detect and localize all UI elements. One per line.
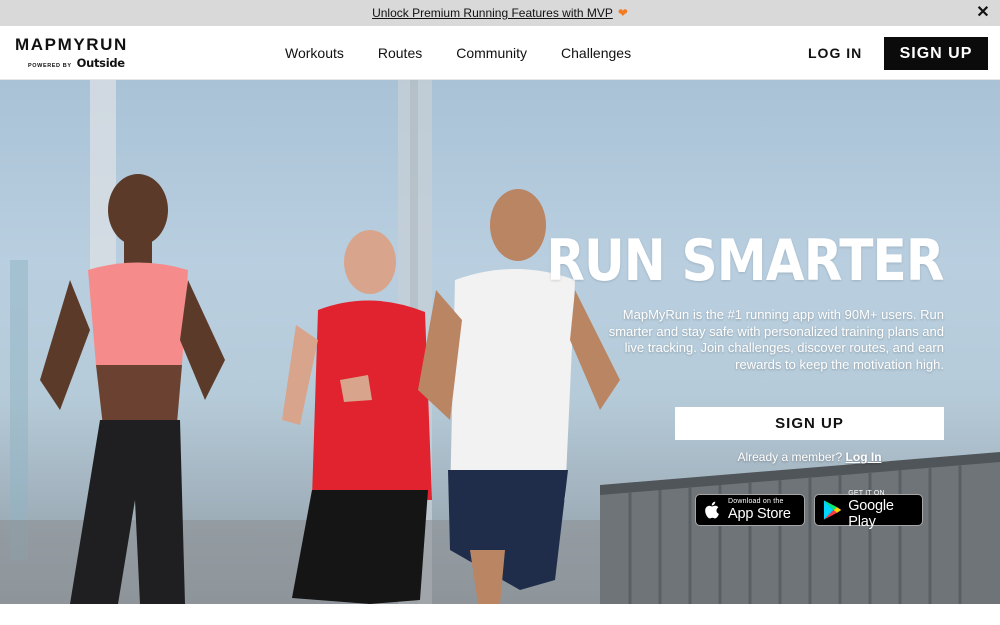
main-nav: Workouts Routes Community Challenges: [270, 26, 665, 80]
member-prompt: Already a member? Log In: [675, 450, 944, 464]
login-link[interactable]: LOG IN: [808, 45, 862, 61]
nav-workouts[interactable]: Workouts: [285, 45, 344, 61]
logo-powered-by: POWERED BY: [28, 63, 72, 69]
app-store-badge[interactable]: Download on the App Store: [695, 494, 805, 526]
promo-banner: Unlock Premium Running Features with MVP…: [0, 0, 1000, 26]
nav-challenges[interactable]: Challenges: [561, 45, 631, 61]
page-bottom-spacer: [0, 604, 1000, 625]
logo-wordmark: MAPMYRUN: [15, 35, 128, 54]
google-play-small-text: GET IT ON: [848, 490, 885, 497]
hero-description: MapMyRun is the #1 running app with 90M+…: [608, 307, 944, 372]
nav-routes[interactable]: Routes: [378, 45, 422, 61]
google-play-badge[interactable]: GET IT ON Google Play: [814, 490, 923, 530]
signup-button-header[interactable]: SIGN UP: [884, 37, 988, 70]
logo-outside: Outside: [76, 56, 125, 70]
nav-community[interactable]: Community: [456, 45, 527, 61]
app-store-small-text: Download on the: [728, 498, 784, 505]
google-play-big-text: Google Play: [848, 498, 894, 530]
close-icon[interactable]: ✕: [974, 4, 992, 22]
orange-heart-icon: ❤: [617, 6, 628, 20]
member-text: Already a member?: [737, 450, 843, 464]
hero-title: RUN SMARTER: [546, 228, 945, 294]
apple-icon: [705, 501, 719, 519]
promo-link[interactable]: Unlock Premium Running Features with MVP: [372, 6, 613, 20]
mapmyrun-logo[interactable]: MAPMYRUN POWERED BY Outside: [15, 35, 140, 71]
google-play-icon: [823, 500, 842, 520]
hero-section: RUN SMARTER MapMyRun is the #1 running a…: [0, 80, 1000, 604]
logo-tagline: POWERED BY Outside: [15, 56, 140, 70]
member-login-link[interactable]: Log In: [846, 450, 882, 464]
app-store-big-text: App Store: [728, 506, 791, 522]
site-header: MAPMYRUN POWERED BY Outside Workouts Rou…: [0, 26, 1000, 80]
signup-button-hero[interactable]: SIGN UP: [675, 407, 944, 440]
